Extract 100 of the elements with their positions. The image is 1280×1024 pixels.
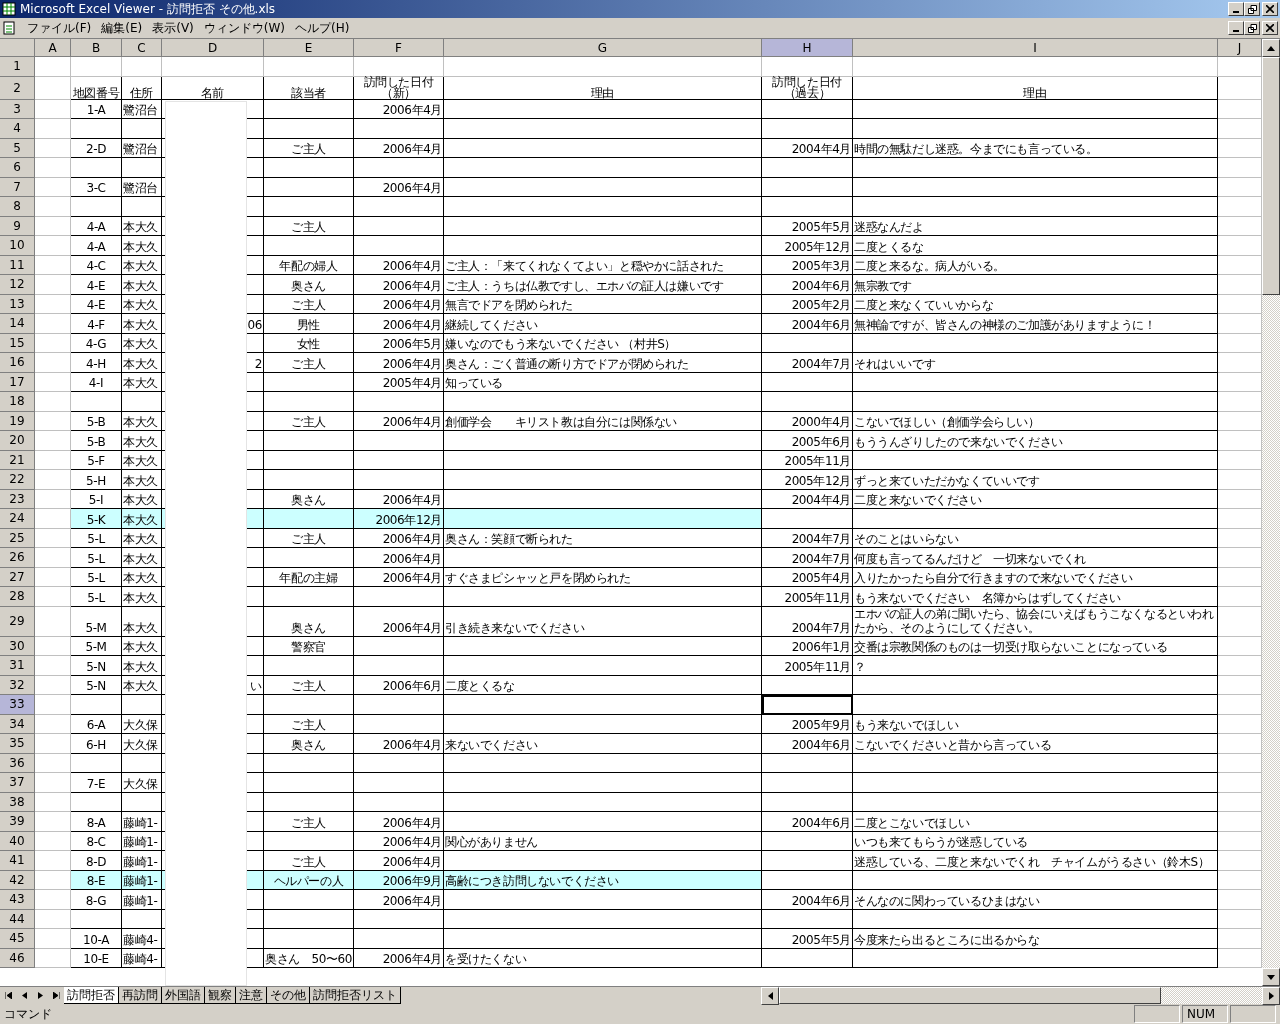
row-header[interactable]: 33 (0, 695, 35, 715)
minimize-button[interactable] (1228, 2, 1244, 16)
row-header[interactable]: 12 (0, 275, 35, 295)
minimize-button[interactable] (1228, 21, 1244, 35)
sheet-tab[interactable]: 訪問拒否リスト (310, 987, 401, 1004)
sheet-tab[interactable]: 注意 (236, 987, 267, 1004)
table-cell: 8-A (71, 812, 122, 832)
table-cell: 交番は宗教関係のものは一切受け取らないことになっている (853, 636, 1218, 656)
table-cell: 2005年6月 (762, 431, 853, 451)
sheet-tab[interactable]: 外国語 (162, 987, 205, 1004)
column-header[interactable]: F (354, 39, 444, 57)
row-header[interactable]: 28 (0, 587, 35, 607)
column-header[interactable]: I (853, 39, 1218, 57)
row-header[interactable]: 31 (0, 656, 35, 676)
restore-button[interactable] (1244, 21, 1260, 35)
horizontal-scrollbar[interactable] (761, 987, 1280, 1004)
restore-button[interactable] (1244, 2, 1260, 16)
table-cell: 鷺沼台 (122, 138, 162, 158)
table-cell (35, 773, 71, 793)
row-header[interactable]: 35 (0, 734, 35, 754)
sheet-tab[interactable]: その他 (267, 987, 310, 1004)
table-cell (35, 236, 71, 256)
menu-item[interactable]: ファイル(F) (22, 19, 97, 37)
row-header[interactable]: 37 (0, 773, 35, 793)
close-button[interactable] (1262, 21, 1278, 35)
row-header[interactable]: 2 (0, 76, 35, 100)
sheet-tab[interactable]: 再訪問 (119, 987, 162, 1004)
close-button[interactable] (1262, 2, 1278, 16)
table-cell: 10-A (71, 929, 122, 949)
column-header[interactable]: B (71, 39, 122, 57)
table-cell: 2006年4月 (354, 138, 444, 158)
table-cell: ご主人 (264, 714, 354, 734)
table-cell: 二度とくるな (444, 675, 762, 695)
row-header[interactable]: 8 (0, 197, 35, 217)
table-cell (122, 158, 162, 178)
row-header[interactable]: 6 (0, 158, 35, 178)
menu-item[interactable]: ウィンドウ(W) (198, 19, 291, 37)
column-header[interactable]: D (162, 39, 264, 57)
table-cell (35, 851, 71, 871)
document-icon[interactable] (2, 21, 16, 35)
column-header[interactable]: J (1218, 39, 1262, 57)
sheet-tab[interactable]: 観察 (205, 987, 236, 1004)
row-header[interactable]: 24 (0, 509, 35, 529)
column-heading-cell (35, 76, 71, 100)
table-cell: もう来ないでほしい (853, 714, 1218, 734)
row-header[interactable]: 39 (0, 812, 35, 832)
table-cell (35, 675, 71, 695)
table-cell (35, 948, 71, 968)
table-cell (35, 695, 71, 715)
row-header[interactable]: 41 (0, 851, 35, 871)
table-cell (35, 890, 71, 910)
table-cell (35, 606, 71, 637)
table-cell: それはいいです (853, 353, 1218, 373)
table-cell (35, 831, 71, 851)
vertical-scrollbar[interactable] (1262, 39, 1280, 986)
row-header[interactable]: 14 (0, 314, 35, 334)
table-cell: 2006年4月 (354, 275, 444, 295)
table-cell: 4-H (71, 353, 122, 373)
table-cell (122, 792, 162, 812)
table-cell (35, 314, 71, 334)
table-cell: 二度と来るな。病人がいる。 (853, 255, 1218, 275)
row-header[interactable]: 16 (0, 353, 35, 373)
table-cell: ご主人 (264, 812, 354, 832)
table-cell: 2-D (71, 138, 122, 158)
column-header[interactable]: G (444, 39, 762, 57)
row-header[interactable]: 1 (0, 57, 35, 77)
row-header[interactable]: 18 (0, 392, 35, 412)
sheet-tab[interactable]: 訪問拒否 (64, 987, 119, 1004)
menu-item[interactable]: 編集(E) (96, 19, 148, 37)
table-cell: 年配の主婦 (264, 567, 354, 587)
row-header[interactable]: 4 (0, 119, 35, 139)
table-cell: 大久保 (122, 714, 162, 734)
column-header[interactable]: H (762, 39, 853, 57)
menu-item[interactable]: ヘルプ(H) (290, 19, 355, 37)
table-cell: 2005年12月 (762, 470, 853, 490)
row-header[interactable]: 43 (0, 890, 35, 910)
row-header[interactable]: 10 (0, 236, 35, 256)
table-cell: 2004年7月 (762, 528, 853, 548)
table-cell: 継続してください (444, 314, 762, 334)
table-cell: 4-E (71, 275, 122, 295)
menu-item[interactable]: 表示(V) (147, 19, 199, 37)
select-all-corner[interactable] (0, 39, 35, 57)
table-cell (122, 753, 162, 773)
row-header[interactable]: 29 (0, 606, 35, 637)
row-header[interactable]: 20 (0, 431, 35, 451)
column-header[interactable]: A (35, 39, 71, 57)
row-header[interactable]: 22 (0, 470, 35, 490)
column-heading-cell: 訪問した日付（新） (354, 76, 444, 100)
column-heading-cell: 住所 (122, 76, 162, 100)
row-header[interactable]: 45 (0, 929, 35, 949)
table-cell (35, 119, 71, 139)
restore-icon (1247, 4, 1257, 14)
table-cell (35, 792, 71, 812)
table-cell: こないでくださいと昔から言っている (853, 734, 1218, 754)
column-header[interactable]: E (264, 39, 354, 57)
table-cell: 2006年4月 (354, 99, 444, 119)
table-cell: 2005年5月 (762, 216, 853, 236)
row-header[interactable]: 26 (0, 548, 35, 568)
table-cell: 2006年4月 (354, 314, 444, 334)
column-header[interactable]: C (122, 39, 162, 57)
